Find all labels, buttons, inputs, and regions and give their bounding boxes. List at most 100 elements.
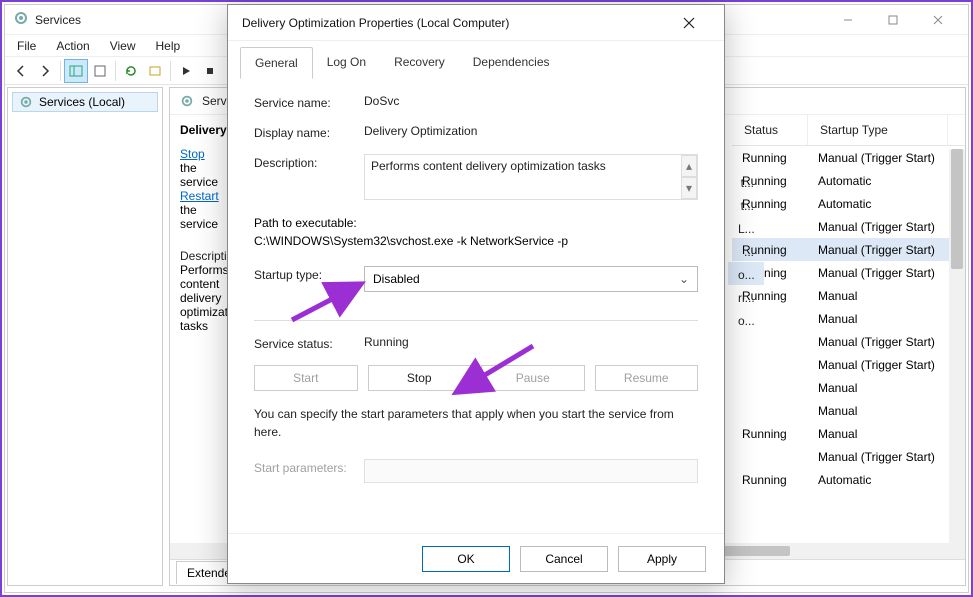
table-row[interactable]: Manual bbox=[732, 376, 965, 399]
table-row[interactable]: Manual bbox=[732, 399, 965, 422]
tab-recovery[interactable]: Recovery bbox=[380, 47, 459, 79]
ok-button[interactable]: OK bbox=[422, 546, 510, 572]
refresh-button[interactable] bbox=[119, 59, 143, 83]
col-status[interactable]: Status bbox=[732, 115, 808, 145]
stop-button[interactable]: Stop bbox=[368, 365, 472, 391]
cell-startup: Manual (Trigger Start) bbox=[808, 264, 948, 282]
cell-startup: Manual (Trigger Start) bbox=[808, 333, 948, 351]
cell-startup: Manual (Trigger Start) bbox=[808, 218, 948, 236]
cell-name-tail bbox=[728, 331, 764, 354]
tab-dependencies[interactable]: Dependencies bbox=[459, 47, 564, 79]
label-path: Path to executable: bbox=[254, 214, 698, 232]
tree-node-services-local[interactable]: Services (Local) bbox=[12, 92, 158, 112]
description-box[interactable]: Performs content delivery optimization t… bbox=[364, 154, 698, 200]
dialog-titlebar: Delivery Optimization Properties (Local … bbox=[228, 5, 724, 41]
tree-node-label: Services (Local) bbox=[39, 95, 125, 109]
minimize-button[interactable] bbox=[825, 6, 870, 34]
cell-name-tail bbox=[728, 377, 764, 400]
table-row[interactable]: Manual (Trigger Start) bbox=[732, 353, 965, 376]
cell-status: Running bbox=[732, 149, 808, 167]
desc-scroll-down[interactable]: ▾ bbox=[681, 177, 697, 199]
detail-restart-tail: the service bbox=[180, 203, 218, 231]
cell-name-tail bbox=[728, 492, 764, 515]
stop-service-button[interactable] bbox=[198, 59, 222, 83]
cell-startup: Manual bbox=[808, 379, 948, 397]
properties-dialog: Delivery Optimization Properties (Local … bbox=[227, 4, 725, 584]
cell-startup: Automatic bbox=[808, 471, 948, 489]
properties-pane-button[interactable] bbox=[64, 59, 88, 83]
detail-stop-link[interactable]: Stop bbox=[180, 147, 205, 161]
table-row[interactable]: Manual (Trigger Start) bbox=[732, 215, 965, 238]
cell-name-tail bbox=[728, 469, 764, 492]
cell-startup: Manual (Trigger Start) bbox=[808, 448, 948, 466]
dialog-title: Delivery Optimization Properties (Local … bbox=[242, 16, 668, 30]
tab-general[interactable]: General bbox=[240, 47, 313, 79]
menu-help[interactable]: Help bbox=[148, 37, 189, 55]
tree-panel: Services (Local) bbox=[7, 87, 163, 586]
cell-startup: Manual (Trigger Start) bbox=[808, 241, 948, 259]
label-description: Description: bbox=[254, 154, 364, 170]
table-row[interactable]: RunningManual bbox=[732, 422, 965, 445]
detail-restart-link[interactable]: Restart bbox=[180, 189, 219, 203]
startup-type-value: Disabled bbox=[373, 272, 420, 286]
startup-type-select[interactable]: Disabled ⌄ bbox=[364, 266, 698, 292]
dialog-footer: OK Cancel Apply bbox=[228, 533, 724, 583]
table-row[interactable]: Manual (Trigger Start) bbox=[732, 445, 965, 468]
forward-button[interactable] bbox=[33, 59, 57, 83]
detail-stop-tail: the service bbox=[180, 161, 218, 189]
pause-button[interactable]: Pause bbox=[481, 365, 585, 391]
table-row[interactable]: Manual (Trigger Start) bbox=[732, 330, 965, 353]
close-icon bbox=[683, 17, 695, 29]
table-row[interactable]: RunningManual (Trigger Start) bbox=[732, 146, 965, 169]
dialog-tabs: General Log On Recovery Dependencies bbox=[228, 41, 724, 79]
maximize-button[interactable] bbox=[870, 6, 915, 34]
menu-file[interactable]: File bbox=[9, 37, 44, 55]
export-list-button[interactable] bbox=[143, 59, 167, 83]
detail-pane: Delivery Optimization Stop the service R… bbox=[170, 115, 228, 543]
cell-name-tail: ... bbox=[728, 239, 764, 262]
desc-scroll-up[interactable]: ▴ bbox=[681, 155, 697, 177]
close-button[interactable] bbox=[915, 6, 960, 34]
chevron-down-icon: ⌄ bbox=[679, 272, 689, 286]
label-service-status: Service status: bbox=[254, 335, 364, 351]
table-row[interactable]: RunningAutomatic bbox=[732, 192, 965, 215]
vertical-scrollbar[interactable] bbox=[949, 149, 965, 543]
start-params-input bbox=[364, 459, 698, 483]
detail-desc-heading: Description: bbox=[180, 249, 218, 263]
apply-button[interactable]: Apply bbox=[618, 546, 706, 572]
cell-startup: Manual bbox=[808, 287, 948, 305]
value-display-name: Delivery Optimization bbox=[364, 124, 698, 138]
services-grid: Status Startup Type RunningManual (Trigg… bbox=[732, 115, 965, 543]
dialog-close-button[interactable] bbox=[668, 8, 710, 38]
start-service-button[interactable] bbox=[174, 59, 198, 83]
cell-name-tail bbox=[728, 354, 764, 377]
cell-startup: Automatic bbox=[808, 195, 948, 213]
export-button[interactable] bbox=[88, 59, 112, 83]
cell-startup: Manual (Trigger Start) bbox=[808, 149, 948, 167]
cell-name-tail: o... bbox=[728, 262, 764, 285]
scrollbar-thumb[interactable] bbox=[951, 149, 963, 269]
cell-name-tail: o... bbox=[728, 308, 764, 331]
label-start-params: Start parameters: bbox=[254, 459, 364, 475]
menu-view[interactable]: View bbox=[102, 37, 144, 55]
table-row[interactable]: RunningManual (Trigger Start) bbox=[732, 261, 965, 284]
menu-action[interactable]: Action bbox=[48, 37, 97, 55]
cell-startup: Manual bbox=[808, 310, 948, 328]
detail-desc-text: Performs content delivery optimization t… bbox=[180, 263, 218, 333]
tab-log-on[interactable]: Log On bbox=[313, 47, 380, 79]
table-row[interactable]: RunningAutomatic bbox=[732, 468, 965, 491]
cell-name-tail: ri... bbox=[728, 285, 764, 308]
table-row[interactable]: RunningManual bbox=[732, 284, 965, 307]
col-startup[interactable]: Startup Type bbox=[808, 115, 948, 145]
cell-startup: Manual (Trigger Start) bbox=[808, 356, 948, 374]
cancel-button[interactable]: Cancel bbox=[520, 546, 608, 572]
table-row[interactable]: Manual bbox=[732, 307, 965, 330]
resume-button[interactable]: Resume bbox=[595, 365, 699, 391]
back-button[interactable] bbox=[9, 59, 33, 83]
cell-startup: Manual bbox=[808, 425, 948, 443]
start-button[interactable]: Start bbox=[254, 365, 358, 391]
table-row[interactable]: RunningManual (Trigger Start) bbox=[732, 238, 965, 261]
table-row[interactable]: RunningAutomatic bbox=[732, 169, 965, 192]
cell-name-tail: t... bbox=[728, 193, 764, 216]
cell-name-tail: t... bbox=[728, 170, 764, 193]
